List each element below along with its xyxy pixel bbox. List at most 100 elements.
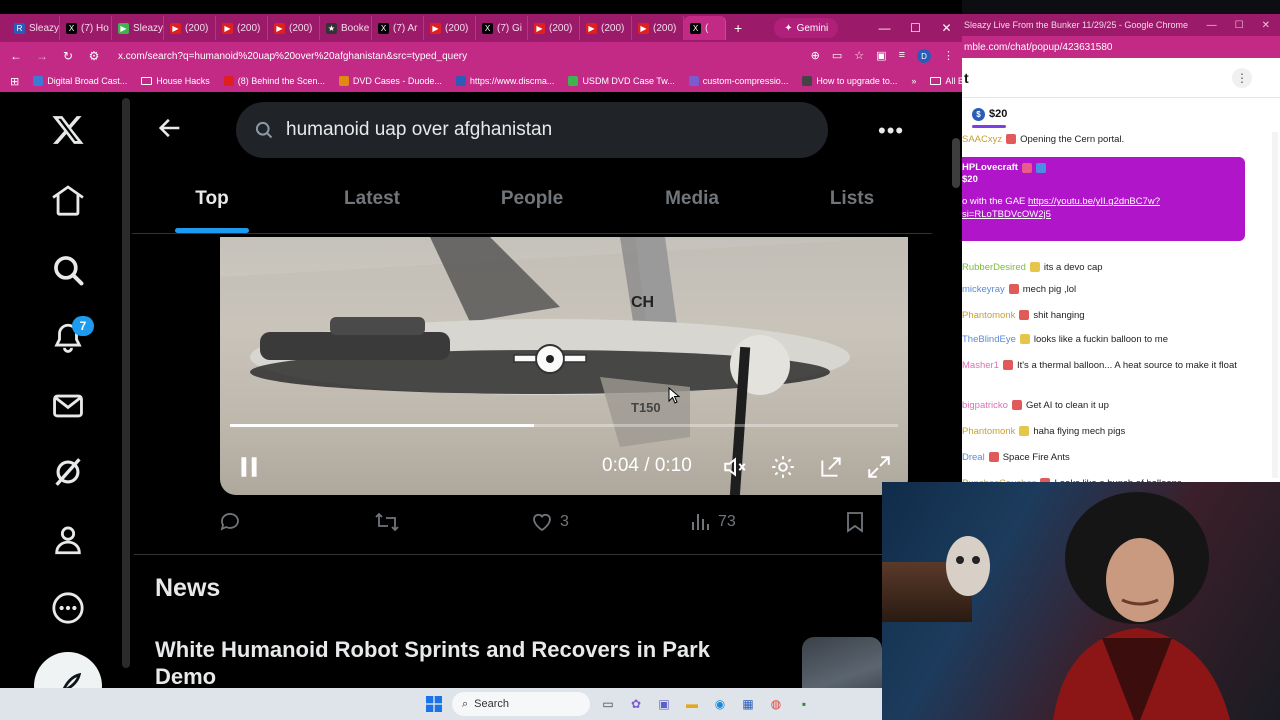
- bookmark-item[interactable]: DVD Cases - Duode...: [338, 76, 442, 86]
- settings-gear-icon[interactable]: [770, 454, 796, 485]
- picture-in-picture-icon[interactable]: [818, 454, 844, 485]
- browser-tab[interactable]: ▶ Sleazy: [112, 16, 164, 40]
- forward-arrow-icon[interactable]: →: [34, 49, 50, 63]
- close-icon[interactable]: ✕: [931, 21, 962, 35]
- taskbar-search[interactable]: ⌕ Search: [452, 692, 590, 716]
- browser-tab[interactable]: ▶ (200): [268, 16, 320, 40]
- teams-icon[interactable]: ▣: [654, 694, 674, 714]
- minimize-icon[interactable]: —: [1207, 20, 1217, 31]
- app-icon[interactable]: ▪: [794, 694, 814, 714]
- page-scrollbar-thumb[interactable]: [952, 138, 960, 188]
- site-info-icon[interactable]: ⚙: [86, 49, 102, 63]
- fullscreen-icon[interactable]: [866, 454, 892, 485]
- bookmark-item[interactable]: House Hacks: [141, 76, 210, 86]
- grok-icon[interactable]: [46, 450, 90, 494]
- news-item-title[interactable]: White Humanoid Robot Sprints and Recover…: [155, 636, 775, 690]
- url-field[interactable]: x.com/search?q=humanoid%20uap%20over%20a…: [112, 51, 801, 62]
- video-progress-bar[interactable]: [230, 424, 898, 427]
- tab-latest[interactable]: Latest: [292, 168, 452, 233]
- chat-username[interactable]: Phantomonk: [962, 424, 1015, 439]
- repost-button[interactable]: [374, 510, 400, 534]
- tab-lists[interactable]: Lists: [772, 168, 932, 233]
- task-view-icon[interactable]: ▭: [598, 694, 618, 714]
- search-box[interactable]: [236, 102, 828, 158]
- chat-scrollbar[interactable]: [1272, 132, 1278, 478]
- browser-tab[interactable]: X(: [684, 16, 726, 40]
- chat-username[interactable]: Phantomonk: [962, 308, 1015, 323]
- search-input[interactable]: [286, 119, 766, 141]
- chrome-menu-icon[interactable]: ⋮: [943, 49, 954, 63]
- bookmark-item[interactable]: Digital Broad Cast...: [33, 76, 127, 86]
- bookmark-item[interactable]: (8) Behind the Scen...: [223, 76, 325, 86]
- tip-bar[interactable]: $ $20: [962, 102, 1007, 128]
- maximize-icon[interactable]: ☐: [900, 21, 931, 35]
- windows-start-icon[interactable]: [424, 694, 444, 714]
- install-icon[interactable]: ▭: [832, 49, 842, 63]
- edge-icon[interactable]: ◉: [710, 694, 730, 714]
- reload-icon[interactable]: ↻: [60, 49, 76, 63]
- tab-top[interactable]: Top: [132, 168, 292, 233]
- chat-username[interactable]: bigpatricko: [962, 398, 1008, 413]
- chat-menu-icon[interactable]: ⋮: [1232, 68, 1252, 88]
- browser-tab[interactable]: ▶ (200): [164, 16, 216, 40]
- tab-media[interactable]: Media: [612, 168, 772, 233]
- split-view-icon[interactable]: ▣: [876, 49, 886, 63]
- bookmark-item[interactable]: https://www.discma...: [455, 76, 554, 86]
- chat-url-bar[interactable]: mble.com/chat/popup/423631580: [962, 36, 1280, 58]
- more-dots-icon[interactable]: •••: [878, 118, 904, 144]
- explore-search-icon[interactable]: [46, 248, 90, 292]
- maximize-icon[interactable]: ☐: [1235, 20, 1244, 31]
- minimize-icon[interactable]: —: [869, 21, 900, 35]
- bookmark-item[interactable]: custom-compressio...: [688, 76, 788, 86]
- chat-username[interactable]: Dreal: [962, 450, 985, 465]
- rant-username[interactable]: HPLovecraft: [962, 162, 1018, 173]
- zoom-icon[interactable]: ⊕: [811, 49, 820, 63]
- chat-username[interactable]: Masher1: [962, 358, 999, 373]
- more-options-icon[interactable]: [46, 586, 90, 630]
- browser-tab[interactable]: ▶ (200): [632, 16, 684, 40]
- browser-tab[interactable]: X (7) Ho: [60, 16, 112, 40]
- new-tab-button[interactable]: +: [726, 20, 750, 36]
- copilot-icon[interactable]: ✿: [626, 694, 646, 714]
- apps-grid-icon[interactable]: ⊞: [10, 75, 19, 88]
- messages-icon[interactable]: [46, 384, 90, 428]
- more-bookmarks-icon[interactable]: »: [911, 76, 916, 86]
- chat-username[interactable]: RubberDesired: [962, 260, 1026, 275]
- chrome-icon[interactable]: ◍: [766, 694, 786, 714]
- pause-icon[interactable]: [236, 454, 262, 485]
- profile-avatar[interactable]: D: [917, 49, 931, 63]
- browser-tab[interactable]: ★ Booke: [320, 16, 372, 40]
- views-button[interactable]: 73: [688, 510, 736, 534]
- file-explorer-icon[interactable]: ▬: [682, 694, 702, 714]
- chat-username[interactable]: SAACxyz: [962, 132, 1002, 147]
- home-icon[interactable]: [46, 178, 90, 222]
- mute-icon[interactable]: [722, 454, 748, 485]
- bookmark-star-icon[interactable]: ☆: [854, 49, 864, 63]
- tab-people[interactable]: People: [452, 168, 612, 233]
- video-player[interactable]: CH T150: [220, 237, 908, 495]
- like-button[interactable]: 3: [530, 510, 569, 534]
- bookmark-button[interactable]: [844, 510, 866, 534]
- chat-username[interactable]: TheBlindEye: [962, 332, 1016, 347]
- back-arrow-icon[interactable]: ←: [8, 49, 24, 63]
- bookmark-item[interactable]: USDM DVD Case Tw...: [568, 76, 675, 86]
- reply-button[interactable]: [218, 510, 242, 534]
- back-arrow-icon[interactable]: [156, 114, 188, 146]
- gemini-button[interactable]: ✦ Gemini: [774, 18, 839, 38]
- browser-tab[interactable]: ▶ (200): [580, 16, 632, 40]
- browser-tab[interactable]: ▶ (200): [528, 16, 580, 40]
- store-icon[interactable]: ▦: [738, 694, 758, 714]
- profile-icon[interactable]: [46, 518, 90, 562]
- chat-username[interactable]: mickeyray: [962, 282, 1005, 297]
- notifications-bell-icon[interactable]: 7: [46, 316, 94, 360]
- close-icon[interactable]: ✕: [1262, 20, 1270, 31]
- browser-tab[interactable]: ▶ (200): [216, 16, 268, 40]
- all-bookmarks[interactable]: All Bookmarks: [930, 76, 962, 86]
- nav-scrollbar[interactable]: [122, 98, 130, 668]
- browser-tab[interactable]: R Sleazy: [8, 16, 60, 40]
- media-control-icon[interactable]: ≡: [899, 49, 905, 63]
- browser-tab[interactable]: X (7) Gi: [476, 16, 528, 40]
- browser-tab[interactable]: ▶ (200): [424, 16, 476, 40]
- browser-tab[interactable]: X (7) Ar: [372, 16, 424, 40]
- bookmark-item[interactable]: How to upgrade to...: [802, 76, 897, 86]
